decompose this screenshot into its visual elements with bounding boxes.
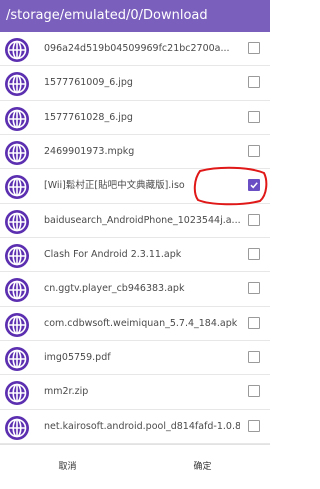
globe-icon: [4, 71, 30, 97]
file-checkbox[interactable]: [248, 76, 260, 89]
file-name: [Wii]鬆村正[貼吧中文典藏版].iso: [44, 180, 185, 192]
file-row[interactable]: baidusearch_AndroidPhone_1023544j.a...: [0, 204, 270, 239]
file-name: 096a24d519b04509969fc21bc2700a...: [44, 43, 230, 54]
file-name: img05759.pdf: [44, 352, 111, 364]
globe-icon: [4, 277, 30, 303]
file-row[interactable]: 2469901973.mpkg: [0, 135, 270, 170]
globe-icon: [4, 106, 30, 132]
file-row[interactable]: 1577761028_6.jpg: [0, 101, 270, 136]
globe-icon: [4, 140, 30, 166]
file-name: baidusearch_AndroidPhone_1023544j.a...: [44, 214, 240, 226]
file-checkbox[interactable]: [248, 110, 260, 123]
globe-icon: [4, 37, 30, 63]
path-header: /storage/emulated/0/Download: [0, 0, 270, 32]
globe-icon: [4, 415, 30, 441]
file-name: mm2r.zip: [44, 386, 89, 398]
file-list[interactable]: 096a24d519b04509969fc21bc2700a... 157776…: [0, 32, 270, 444]
file-name: 1577761028_6.jpg: [44, 111, 133, 123]
file-checkbox[interactable]: [248, 213, 260, 226]
file-checkbox[interactable]: [248, 42, 260, 54]
file-checkbox[interactable]: [248, 145, 260, 158]
file-checkbox[interactable]: [248, 248, 260, 261]
file-checkbox[interactable]: [248, 385, 260, 398]
file-row[interactable]: [Wii]鬆村正[貼吧中文典藏版].iso: [0, 167, 270, 206]
file-name: cn.ggtv.player_cb946383.apk: [44, 283, 185, 295]
file-row[interactable]: net.kairosoft.android.pool_d814fafd-1.0.…: [0, 410, 270, 444]
file-name: Clash For Android 2.3.11.apk: [44, 249, 182, 261]
globe-icon: [4, 174, 30, 200]
file-row[interactable]: 096a24d519b04509969fc21bc2700a...: [0, 32, 270, 67]
file-checkbox[interactable]: [248, 419, 260, 432]
confirm-button[interactable]: 确定: [135, 445, 270, 481]
file-checkbox[interactable]: [248, 316, 260, 329]
globe-icon: [4, 380, 30, 406]
file-name: 2469901973.mpkg: [44, 146, 135, 158]
file-name: com.cdbwsoft.weimiquan_5.7.4_184.apk: [44, 317, 238, 329]
dialog-footer: 取消 确定: [0, 444, 270, 481]
globe-icon: [4, 346, 30, 372]
file-checkbox[interactable]: [248, 351, 260, 364]
file-row[interactable]: cn.ggtv.player_cb946383.apk: [0, 272, 270, 307]
file-row[interactable]: 1577761009_6.jpg: [0, 66, 270, 101]
cancel-button[interactable]: 取消: [0, 445, 135, 481]
file-checkbox[interactable]: [248, 179, 260, 192]
checkmark-icon: [250, 182, 258, 189]
file-row[interactable]: mm2r.zip: [0, 375, 270, 410]
globe-icon: [4, 209, 30, 235]
file-row[interactable]: img05759.pdf: [0, 341, 270, 376]
file-name: 1577761009_6.jpg: [44, 77, 133, 89]
file-checkbox[interactable]: [248, 282, 260, 295]
globe-icon: [4, 312, 30, 338]
file-name: net.kairosoft.android.pool_d814fafd-1.0.…: [44, 420, 240, 432]
file-row[interactable]: Clash For Android 2.3.11.apk: [0, 238, 270, 273]
globe-icon: [4, 243, 30, 269]
file-row[interactable]: com.cdbwsoft.weimiquan_5.7.4_184.apk: [0, 307, 270, 342]
current-path: /storage/emulated/0/Download: [6, 8, 208, 23]
